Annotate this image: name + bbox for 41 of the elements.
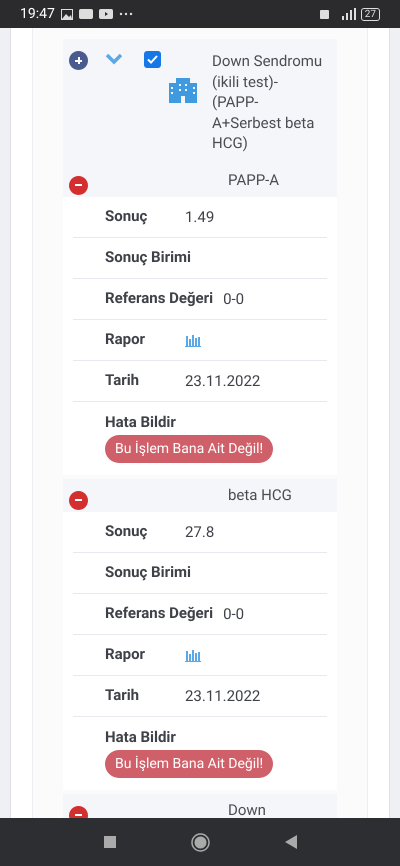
row-value: 27.8 (185, 522, 214, 540)
video-icon (98, 9, 113, 19)
row-value: 23.11.2022 (185, 686, 260, 704)
back-icon[interactable] (284, 835, 296, 849)
add-button[interactable] (69, 51, 88, 70)
row-value: 1.49 (185, 208, 214, 226)
row-label: Tarih (105, 685, 140, 706)
row-label: Sonuç (105, 206, 148, 228)
row-label: Rapor (105, 329, 146, 350)
collapse-button[interactable] (69, 176, 88, 194)
hospital-icon (169, 75, 197, 103)
checkbox[interactable] (144, 51, 161, 68)
row-value: 0-0 (223, 290, 244, 308)
battery-indicator: 27 (360, 8, 380, 20)
test-name: Down Sendromu (ikili test)-(PAPP-A+Serbest beta HCG) (212, 51, 324, 154)
row-label: Referans Değeri (105, 288, 214, 310)
bar-chart-icon[interactable] (185, 332, 201, 346)
row-value: 23.11.2022 (185, 372, 260, 390)
row-label: Sonuç Birimi (105, 247, 192, 268)
row-label: Hata Bildir (105, 726, 177, 746)
home-icon[interactable] (190, 832, 210, 852)
row-label: Hata Bildir (105, 412, 177, 432)
gallery-icon (60, 8, 73, 20)
recents-icon[interactable] (104, 836, 116, 848)
row-label: Rapor (105, 644, 146, 666)
collapse-button[interactable] (69, 490, 88, 510)
row-label: Tarih (105, 370, 140, 392)
result-name: beta HCG (228, 484, 292, 506)
result-name: PAPP-A (228, 170, 280, 191)
more-icon (118, 12, 133, 16)
row-label: Sonuç (105, 521, 148, 542)
row-label: Referans Değeri (105, 603, 214, 624)
bar-chart-icon[interactable] (185, 648, 201, 662)
result-name: Down (228, 800, 266, 818)
report-error-button[interactable]: Bu İşlem Bana Ait Değil! (105, 434, 274, 462)
row-label: Sonuç Birimi (105, 562, 192, 584)
check-icon (147, 55, 158, 64)
status-time: 19:47 (20, 4, 55, 24)
signal-icon (320, 8, 356, 20)
report-error-button[interactable]: Bu İşlem Bana Ait Değil! (105, 750, 274, 778)
row-value: 0-0 (223, 604, 244, 622)
